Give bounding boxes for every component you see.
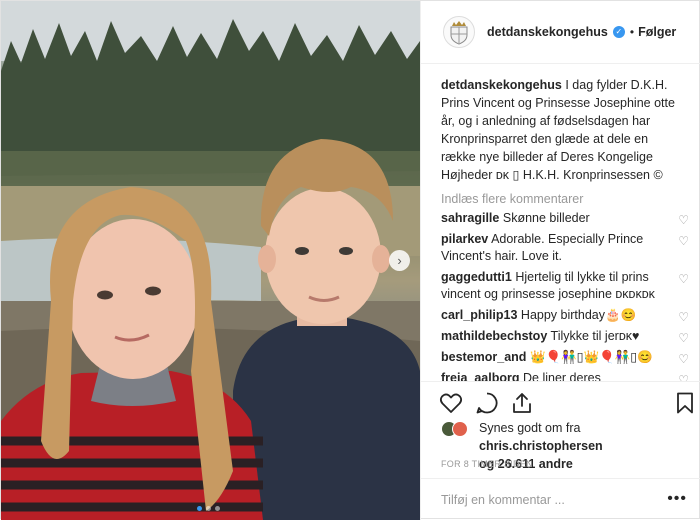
add-comment-bar: ••• xyxy=(421,478,700,520)
comment-username[interactable]: freja_aalborg xyxy=(441,371,520,381)
heart-icon[interactable]: ♡ xyxy=(678,271,689,288)
verified-badge-icon: ✓ xyxy=(612,26,625,38)
post-frame: › detdanskekongehus ✓ • Følger detdanske… xyxy=(0,0,700,520)
liked-by-username[interactable]: chris.christophersen xyxy=(479,439,603,453)
comment-text: 👑🎈👫▯👑🎈👫▯😊 xyxy=(529,350,653,364)
carousel-dot xyxy=(215,506,220,511)
bookmark-icon[interactable] xyxy=(673,391,697,415)
chevron-right-icon: › xyxy=(397,253,402,268)
comment-row: freja_aalborg De liner deres søskende, ♡ xyxy=(441,370,689,381)
heart-icon[interactable] xyxy=(439,391,463,415)
comment-row: gaggedutti1 Hjertelig til lykke til prin… xyxy=(441,269,689,303)
post-username[interactable]: detdanskekongehus xyxy=(487,25,608,39)
next-photo-button[interactable]: › xyxy=(389,250,410,271)
carousel-indicator xyxy=(197,506,220,511)
comment-username[interactable]: gaggedutti1 xyxy=(441,270,512,284)
caption-username[interactable]: detdanskekongehus xyxy=(441,78,562,92)
avatar[interactable] xyxy=(452,421,468,437)
comment-text: Tilykke til jerᴅᴋ♥ xyxy=(550,329,640,343)
comment-icon[interactable] xyxy=(475,391,499,415)
post-actions-bar xyxy=(421,381,700,421)
carousel-dot xyxy=(197,506,202,511)
comment-input[interactable] xyxy=(441,492,661,507)
comment-row: pilarkev Adorable. Especially Prince Vin… xyxy=(441,231,689,265)
heart-icon[interactable]: ♡ xyxy=(678,372,689,381)
carousel-dot xyxy=(206,506,211,511)
comment-text: Happy birthday🎂😊 xyxy=(520,308,637,322)
heart-icon[interactable]: ♡ xyxy=(678,233,689,250)
royal-crest-icon xyxy=(450,21,468,45)
comments-section[interactable]: detdanskekongehus I dag fylder D.K.H. Pr… xyxy=(421,65,700,381)
comment-username[interactable]: pilarkev xyxy=(441,232,488,246)
photo-illustration xyxy=(1,1,420,520)
comment-username[interactable]: carl_philip13 xyxy=(441,308,517,322)
post-caption: detdanskekongehus I dag fylder D.K.H. Pr… xyxy=(441,76,679,184)
caption-text: I dag fylder D.K.H. Prins Vincent og Pri… xyxy=(441,78,675,182)
share-icon[interactable] xyxy=(510,391,534,415)
comment-username[interactable]: sahragille xyxy=(441,211,499,225)
heart-icon[interactable]: ♡ xyxy=(678,351,689,368)
header-separator: • xyxy=(629,25,635,39)
heart-icon[interactable]: ♡ xyxy=(678,330,689,347)
comment-username[interactable]: mathildebechstoy xyxy=(441,329,547,343)
post-details-pane: detdanskekongehus ✓ • Følger detdanskeko… xyxy=(420,1,700,520)
liker-avatars xyxy=(441,421,469,439)
comment-row: carl_philip13 Happy birthday🎂😊 ♡ xyxy=(441,307,689,324)
liked-by-prefix: Synes godt om fra xyxy=(479,421,581,435)
following-button[interactable]: Følger xyxy=(638,25,676,39)
avatar[interactable] xyxy=(443,16,475,48)
comment-text: Skønne billeder xyxy=(502,211,590,225)
heart-icon[interactable]: ♡ xyxy=(678,212,689,229)
comment-username[interactable]: bestemor_and xyxy=(441,350,526,364)
comment-row: mathildebechstoy Tilykke til jerᴅᴋ♥ ♡ xyxy=(441,328,689,345)
comment-row: bestemor_and 👑🎈👫▯👑🎈👫▯😊 ♡ xyxy=(441,349,689,366)
more-options-icon[interactable]: ••• xyxy=(667,490,687,508)
post-header: detdanskekongehus ✓ • Følger xyxy=(421,1,700,64)
post-timestamp[interactable]: FOR 8 TIMER SIDEN xyxy=(441,459,533,469)
comment-row: sahragille Skønne billeder ♡ xyxy=(441,210,689,227)
post-photo[interactable]: › xyxy=(1,1,420,520)
load-more-comments-button[interactable]: Indlæs flere kommentarer xyxy=(441,192,679,206)
heart-icon[interactable]: ♡ xyxy=(678,309,689,326)
